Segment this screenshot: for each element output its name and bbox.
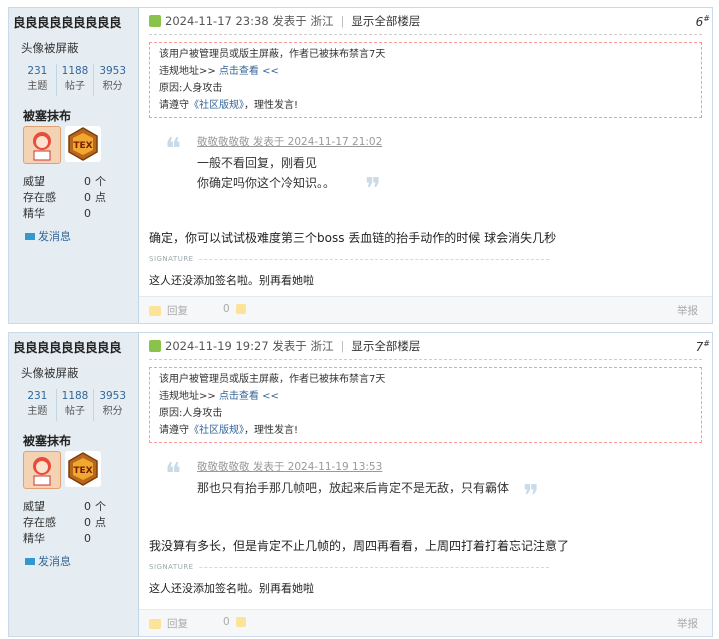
- avatar-blocked-note: 头像被屏蔽: [21, 366, 79, 380]
- author-sidebar: 良良良良良良良良良 头像被屏蔽 231 主题 1188 帖子 3953 积分 被塞抹布…: [9, 8, 139, 323]
- medal-tex-badge-icon[interactable]: TEX: [65, 451, 101, 487]
- post-header: 2024-11-17 23:38 发表于 浙江 | 显示全部楼层: [149, 8, 702, 35]
- reply-button[interactable]: 回复: [149, 303, 188, 318]
- medal-character-icon[interactable]: [23, 126, 61, 164]
- svg-text:TEX: TEX: [73, 141, 92, 151]
- stat-points[interactable]: 3953 积分: [94, 64, 131, 96]
- post-footer: 回复 0 举报: [139, 609, 712, 636]
- post-content: 我没算有多长，但是肯定不止几帧的，周四再看看，上周四打着打着忘记注意了: [149, 539, 570, 553]
- user-group: 被塞抹布: [23, 109, 72, 123]
- like-button[interactable]: 0: [223, 616, 246, 628]
- quote-source-link[interactable]: 敬敬敬敬敬 发表于 2024-11-19 13:53: [197, 459, 382, 474]
- post-footer: 回复 0 举报: [139, 296, 712, 323]
- post-header: 2024-11-19 19:27 发表于 浙江 | 显示全部楼层: [149, 333, 702, 360]
- floor-number[interactable]: 6#: [696, 14, 710, 29]
- medals: TEX: [23, 451, 101, 489]
- avatar-blocked-note: 头像被屏蔽: [21, 41, 79, 55]
- show-all-floors-link[interactable]: 显示全部楼层: [351, 13, 420, 29]
- post-main: 2024-11-17 23:38 发表于 浙江 | 显示全部楼层 6# 该用户被…: [139, 8, 712, 323]
- medals: TEX: [23, 126, 101, 164]
- quote-line: 那也只有抬手那几帧吧，放起来后肯定不是无敌，只有霸体: [197, 481, 510, 495]
- author-stats: 231 主题 1188 帖子 3953 积分: [19, 389, 131, 421]
- user-group: 被塞抹布: [23, 434, 72, 448]
- rules-link[interactable]: 《社区版规》: [189, 100, 244, 111]
- stat-threads[interactable]: 231 主题: [19, 64, 57, 96]
- ban-notice: 该用户被管理员或版主屏蔽，作者已被抹布禁言7天 违规地址>> 点击查看 << 原…: [149, 42, 702, 118]
- quote-open-icon: ❝: [165, 457, 182, 492]
- author-name[interactable]: 良良良良良良良良良: [13, 337, 122, 356]
- quote-block: ❝ 敬敬敬敬敬 发表于 2024-11-17 21:02 一般不看回复，刚看见 …: [165, 134, 692, 210]
- medal-tex-badge-icon[interactable]: TEX: [65, 126, 101, 162]
- stat-posts[interactable]: 1188 帖子: [57, 389, 95, 421]
- quote-block: ❝ 敬敬敬敬敬 发表于 2024-11-19 13:53 那也只有抬手那几帧吧，…: [165, 459, 692, 535]
- post-time: 2024-11-19 19:27: [165, 339, 269, 353]
- user-details: 威望 0 个 存在感 0 点 精华 0: [23, 175, 106, 220]
- signature-text: 这人还没添加签名啦。别再看她啦: [149, 582, 314, 595]
- online-status-icon: [149, 15, 161, 27]
- stat-threads[interactable]: 231 主题: [19, 389, 57, 421]
- post-location: 浙江: [310, 339, 334, 353]
- post-6: 良良良良良良良良良 头像被屏蔽 231 主题 1188 帖子 3953 积分 被塞抹布…: [8, 7, 713, 324]
- like-icon: [235, 617, 246, 627]
- medal-character-icon[interactable]: [23, 451, 61, 489]
- violation-link[interactable]: 点击查看 <<: [219, 66, 279, 77]
- reply-icon: [149, 305, 161, 316]
- stat-posts[interactable]: 1188 帖子: [57, 64, 95, 96]
- violation-link[interactable]: 点击查看 <<: [219, 391, 279, 402]
- post-time: 2024-11-17 23:38: [165, 14, 269, 28]
- ban-notice: 该用户被管理员或版主屏蔽，作者已被抹布禁言7天 违规地址>> 点击查看 << 原…: [149, 367, 702, 443]
- floor-number[interactable]: 7#: [696, 339, 710, 354]
- post-7: 良良良良良良良良良 头像被屏蔽 231 主题 1188 帖子 3953 积分 被塞抹布…: [8, 332, 713, 637]
- signature-label: SIGNATURE: [149, 563, 198, 571]
- author-sidebar: 良良良良良良良良良 头像被屏蔽 231 主题 1188 帖子 3953 积分 被塞抹布…: [9, 333, 139, 636]
- signature-divider: [149, 567, 549, 568]
- quote-line: 一般不看回复，刚看见: [197, 156, 318, 170]
- quote-source-link[interactable]: 敬敬敬敬敬 发表于 2024-11-17 21:02: [197, 134, 382, 149]
- report-button[interactable]: 举报: [677, 303, 698, 318]
- report-button[interactable]: 举报: [677, 616, 698, 631]
- quote-line: 你确定吗你这个冷知识。。: [197, 176, 336, 190]
- signature-label: SIGNATURE: [149, 255, 198, 263]
- envelope-icon: [25, 232, 35, 240]
- svg-text:TEX: TEX: [73, 466, 92, 476]
- envelope-icon: [25, 557, 35, 565]
- signature-divider: [149, 259, 549, 260]
- post-main: 2024-11-19 19:27 发表于 浙江 | 显示全部楼层 7# 该用户被…: [139, 333, 712, 636]
- reply-icon: [149, 618, 161, 629]
- reply-button[interactable]: 回复: [149, 616, 188, 631]
- author-name[interactable]: 良良良良良良良良良: [13, 12, 122, 31]
- rules-link[interactable]: 《社区版规》: [189, 425, 244, 436]
- like-icon: [235, 304, 246, 314]
- online-status-icon: [149, 340, 161, 352]
- quote-close-icon: ❞: [365, 172, 382, 207]
- show-all-floors-link[interactable]: 显示全部楼层: [351, 338, 420, 354]
- like-button[interactable]: 0: [223, 303, 246, 315]
- user-details: 威望 0 个 存在感 0 点 精华 0: [23, 500, 106, 545]
- send-message-link[interactable]: 发消息: [25, 228, 71, 244]
- quote-close-icon: ❞: [523, 479, 540, 514]
- post-content: 确定，你可以试试极难度第三个boss 丢血链的抬手动作的时候 球会消失几秒: [149, 231, 557, 245]
- author-stats: 231 主题 1188 帖子 3953 积分: [19, 64, 131, 96]
- stat-points[interactable]: 3953 积分: [94, 389, 131, 421]
- post-location: 浙江: [310, 14, 334, 28]
- quote-open-icon: ❝: [165, 132, 182, 167]
- send-message-link[interactable]: 发消息: [25, 553, 71, 569]
- signature-text: 这人还没添加签名啦。别再看她啦: [149, 274, 314, 287]
